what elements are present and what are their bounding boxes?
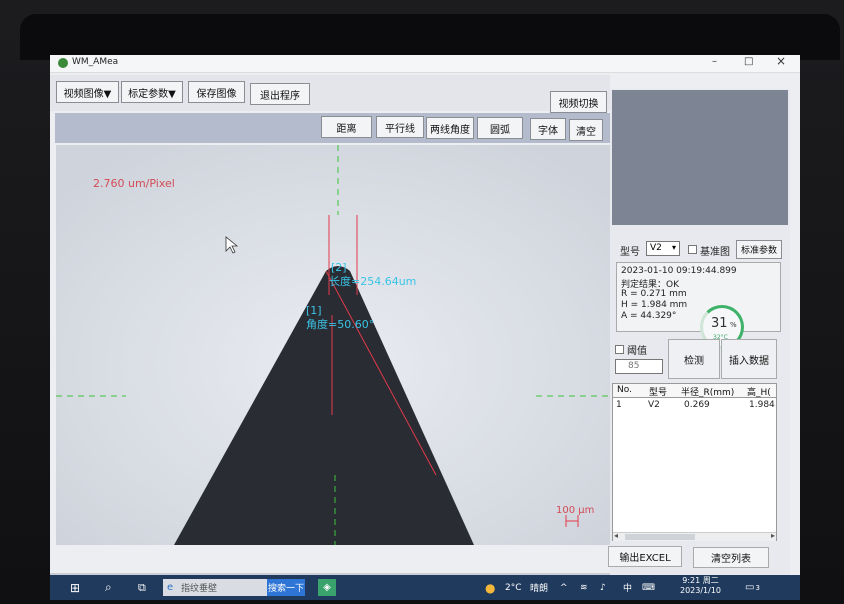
threshold-checkbox[interactable]: [615, 345, 624, 354]
detect-button[interactable]: 检测: [668, 339, 720, 379]
monitor-bezel-bottom: [0, 600, 844, 604]
title-bar: WM_AMea – □ ×: [50, 55, 800, 73]
app-icon: [58, 58, 68, 68]
chevron-down-icon: ▾: [671, 243, 676, 252]
length-readout: 长度=254.64um: [329, 274, 416, 288]
gauge-unit: %: [730, 321, 737, 329]
arc-tool-button[interactable]: 圆弧: [477, 117, 523, 139]
clear-list-button[interactable]: 清空列表: [693, 547, 769, 568]
col-model: 型号: [649, 388, 668, 398]
std-params-button[interactable]: 标准参数: [736, 240, 782, 259]
clear-overlay-button[interactable]: 清空: [569, 119, 603, 141]
browser-search-input[interactable]: e 指纹垂壁: [163, 579, 267, 596]
baseline-checkbox[interactable]: [688, 245, 697, 254]
table-header: No. 型号 半径_R(mm) 高_H(: [612, 383, 777, 398]
col-no: No.: [617, 385, 632, 395]
gauge-percent: 31: [711, 316, 728, 331]
input-method-icon[interactable]: ⌨: [642, 579, 655, 596]
line2-label: [2]: [331, 261, 347, 274]
exit-program-button[interactable]: 退出程序: [250, 83, 310, 105]
windows-start-icon[interactable]: ⊞: [70, 579, 84, 596]
search-icon[interactable]: ⌕: [105, 579, 112, 596]
threshold-input[interactable]: 85: [615, 359, 663, 374]
two-line-angle-button[interactable]: 两线角度: [426, 117, 474, 139]
model-label: 型号: [620, 247, 640, 258]
result-h: H = 1.984 mm: [621, 300, 688, 310]
baseline-label: 基准图: [700, 247, 730, 258]
measurement-overlay: 2.760 um/Pixel [2] 长度=254.64um [1] 角度=50…: [56, 145, 613, 545]
app-title: WM_AMea: [72, 57, 119, 67]
weather-text: 晴朗: [530, 584, 549, 594]
result-a: A = 44.329°: [621, 311, 677, 321]
cell-height: 1.984: [749, 400, 775, 410]
task-view-icon[interactable]: ⧉: [138, 579, 146, 596]
save-image-button[interactable]: 保存图像: [188, 81, 245, 103]
notification-icon[interactable]: ▭ 3: [745, 579, 760, 596]
clock-date: 2023/1/10: [680, 586, 722, 595]
monitor-bezel: [20, 14, 840, 60]
scroll-right-icon[interactable]: ▸: [771, 531, 775, 540]
parallel-tool-button[interactable]: 平行线: [376, 116, 424, 138]
windows-taskbar: ⊞ ⌕ ⧉ e 指纹垂壁 搜索一下 ◈ ● 2°C 晴朗 ^ ≋ ♪ 中 ⌨ 9…: [50, 575, 800, 600]
font-button[interactable]: 字体: [530, 118, 566, 140]
distance-tool-button[interactable]: 距离: [321, 116, 372, 138]
video-image-menu[interactable]: 视频图像▼: [56, 81, 119, 103]
line1-label: [1]: [306, 304, 322, 317]
temperature-text: 2°C: [505, 582, 522, 593]
search-go-button[interactable]: 搜索一下: [267, 579, 305, 596]
video-switch-button[interactable]: 视频切换: [550, 91, 607, 113]
chevron-up-icon[interactable]: ^: [560, 579, 568, 596]
weather-sun-icon: ●: [485, 580, 496, 595]
cell-radius: 0.269: [684, 400, 710, 410]
close-button[interactable]: ×: [776, 55, 786, 68]
clock-time: 9:21 周二: [682, 576, 719, 585]
export-excel-button[interactable]: 输出EXCEL: [608, 546, 682, 567]
model-select[interactable]: V2 ▾: [646, 241, 680, 256]
maximize-button[interactable]: □: [744, 56, 753, 67]
app-taskbar-icon[interactable]: ◈: [318, 579, 336, 596]
camera-viewport[interactable]: 2.760 um/Pixel [2] 长度=254.64um [1] 角度=50…: [56, 145, 613, 545]
notification-count: 3: [755, 583, 760, 592]
cell-no: 1: [616, 400, 622, 410]
scale-label: 2.760 um/Pixel: [93, 177, 175, 190]
volume-icon[interactable]: ♪: [600, 579, 606, 596]
calib-params-menu[interactable]: 标定参数▼: [121, 81, 183, 103]
network-icon[interactable]: ≋: [580, 579, 588, 596]
scale-bar-label: 100 μm: [556, 505, 594, 516]
scroll-thumb[interactable]: [625, 534, 695, 540]
col-height: 高_H(: [747, 388, 771, 398]
cell-model: V2: [648, 400, 660, 410]
clock[interactable]: 9:21 周二 2023/1/10: [680, 576, 722, 595]
minimize-button[interactable]: –: [712, 56, 717, 67]
model-select-value: V2: [650, 243, 662, 253]
angle-readout: 角度=50.60°: [306, 317, 374, 331]
threshold-label: 阈值: [627, 346, 647, 357]
col-radius: 半径_R(mm): [681, 388, 735, 398]
measure-toolbar: 距离 平行线 两线角度 圆弧 字体 清空: [55, 113, 611, 143]
result-box: 2023-01-10 09:19:44.899 判定结果：OK R = 0.27…: [616, 262, 781, 332]
search-placeholder: 指纹垂壁: [181, 584, 218, 594]
ime-indicator[interactable]: 中: [623, 579, 632, 596]
result-r: R = 0.271 mm: [621, 289, 687, 299]
app-window: WM_AMea – □ × 视频图像▼ 标定参数▼ 保存图像 退出程序 视频切换…: [50, 55, 800, 600]
main-toolbar: 视频图像▼ 标定参数▼ 保存图像 退出程序 视频切换: [50, 75, 610, 113]
scroll-left-icon[interactable]: ◂: [614, 531, 618, 540]
preview-image: [612, 90, 788, 225]
table-row[interactable]: 1 V2 0.269 1.984: [612, 399, 777, 412]
table-scrollbar[interactable]: ◂ ▸: [613, 531, 776, 541]
result-time: 2023-01-10 09:19:44.899: [621, 266, 737, 276]
browser-icon: e: [167, 582, 174, 593]
insert-data-button[interactable]: 插入数据: [721, 339, 777, 379]
